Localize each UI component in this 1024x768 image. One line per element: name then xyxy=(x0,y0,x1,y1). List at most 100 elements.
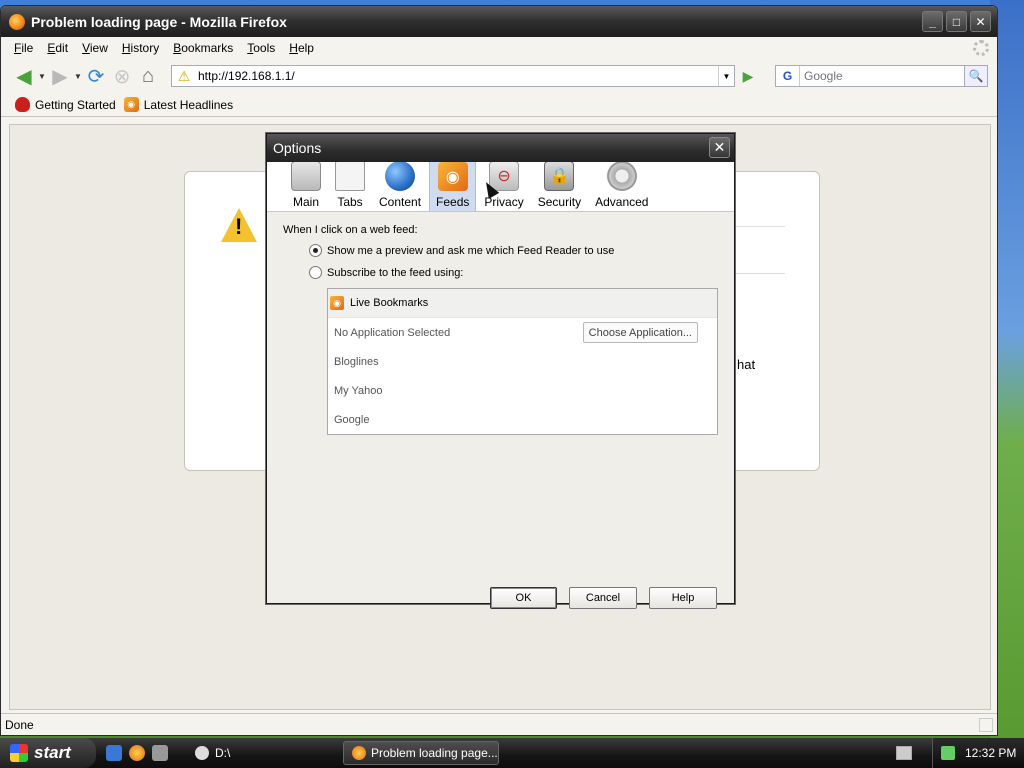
reader-label: Live Bookmarks xyxy=(350,297,429,309)
list-item[interactable]: My Yahoo xyxy=(328,376,717,405)
reader-label: Google xyxy=(334,413,370,426)
menu-edit[interactable]: Edit xyxy=(40,41,75,55)
forward-button[interactable]: ▶ xyxy=(47,63,73,89)
preview-option[interactable]: Show me a preview and ask me which Feed … xyxy=(309,244,718,257)
status-bar: Done xyxy=(1,713,997,735)
tab-tabs[interactable]: Tabs xyxy=(329,161,371,211)
menu-bar: File Edit View History Bookmarks Tools H… xyxy=(1,37,997,59)
preview-radio[interactable] xyxy=(309,244,322,257)
bookmark-getting-started[interactable]: Getting Started xyxy=(15,97,116,112)
reader-label: Bloglines xyxy=(334,355,379,368)
list-item[interactable]: Bloglines xyxy=(328,347,717,376)
dialog-title: Options xyxy=(273,140,322,156)
dialog-title-bar: Options ✕ xyxy=(267,134,734,162)
content-icon xyxy=(385,161,416,191)
list-item[interactable]: ◉ Live Bookmarks xyxy=(328,289,717,318)
start-label: start xyxy=(34,743,71,762)
back-history-dropdown[interactable]: ▼ xyxy=(37,72,47,81)
taskbar: start D:\ Problem loading page... 12:32 … xyxy=(0,738,1024,768)
title-bar: Problem loading page - Mozilla Firefox _… xyxy=(1,6,997,37)
tab-security[interactable]: 🔒 Security xyxy=(532,161,587,211)
reload-button[interactable]: ⟳ xyxy=(83,63,109,89)
network-icon[interactable] xyxy=(941,746,955,760)
menu-label: ile xyxy=(21,41,34,55)
start-button[interactable]: start xyxy=(0,738,96,768)
subscribe-option[interactable]: Subscribe to the feed using: xyxy=(309,266,718,279)
menu-view[interactable]: View xyxy=(75,41,115,55)
back-button[interactable]: ◀ xyxy=(11,63,37,89)
tab-label: Content xyxy=(379,195,422,209)
reader-label: No Application Selected xyxy=(334,326,451,339)
clock[interactable]: 12:32 PM xyxy=(965,746,1016,760)
minimize-button[interactable]: _ xyxy=(922,11,943,32)
menu-tools[interactable]: Tools xyxy=(240,41,282,55)
maximize-button[interactable]: □ xyxy=(946,11,967,32)
media-icon[interactable] xyxy=(152,745,168,761)
go-button[interactable]: ▶ xyxy=(737,65,759,87)
warning-icon xyxy=(221,208,257,242)
menu-label: iew xyxy=(89,41,108,55)
search-engine-icon[interactable]: G xyxy=(776,66,800,86)
forward-history-dropdown[interactable]: ▼ xyxy=(73,72,83,81)
bookmark-label: Latest Headlines xyxy=(143,97,234,112)
menu-accel: H xyxy=(121,41,131,55)
advanced-icon xyxy=(606,161,637,191)
url-input[interactable] xyxy=(198,69,718,83)
dialog-close-button[interactable]: ✕ xyxy=(709,137,730,158)
resize-grip[interactable] xyxy=(979,718,993,732)
navigation-toolbar: ◀ ▼ ▶ ▼ ⟳ ⊗ ⌂ ⚠ ▼ ▶ G 🔍 xyxy=(1,59,997,93)
tab-advanced[interactable]: Advanced xyxy=(589,161,654,211)
preview-option-label: Show me a preview and ask me which Feed … xyxy=(327,244,615,257)
menu-label: ookmarks xyxy=(181,41,234,55)
rss-icon: ◉ xyxy=(330,296,344,310)
bookmark-label: Getting Started xyxy=(35,97,116,112)
tab-main[interactable]: Main xyxy=(285,161,327,211)
bookmark-latest-headlines[interactable]: ◉ Latest Headlines xyxy=(123,97,234,112)
help-button[interactable]: Help xyxy=(649,587,717,609)
menu-label: ools xyxy=(253,41,276,55)
internet-explorer-icon[interactable] xyxy=(106,745,122,761)
menu-accel: V xyxy=(82,41,90,55)
cancel-button[interactable]: Cancel xyxy=(569,587,637,609)
url-history-dropdown[interactable]: ▼ xyxy=(718,66,734,86)
system-tray: 12:32 PM xyxy=(932,738,1024,768)
firefox-icon xyxy=(9,13,25,30)
options-tabs: Main Tabs Content ◉ Feeds ⊖ Privacy 🔒 Se… xyxy=(267,161,734,212)
menu-label: dit xyxy=(55,41,69,55)
error-text-fragment: hat xyxy=(737,357,756,372)
menu-history[interactable]: History xyxy=(115,41,166,55)
keyboard-icon[interactable] xyxy=(896,746,912,760)
search-input[interactable] xyxy=(800,69,950,83)
drive-icon xyxy=(195,746,209,760)
list-item[interactable]: Google xyxy=(328,405,717,434)
menu-help[interactable]: Help xyxy=(282,41,321,55)
stop-button[interactable]: ⊗ xyxy=(109,63,135,89)
tab-content[interactable]: Content xyxy=(373,161,427,211)
close-button[interactable]: ✕ xyxy=(970,11,991,32)
list-item[interactable]: No Application Selected Choose Applicati… xyxy=(328,318,717,347)
home-button[interactable]: ⌂ xyxy=(135,63,161,89)
taskbar-firefox-task[interactable]: Problem loading page... xyxy=(343,741,499,765)
tab-label: Tabs xyxy=(337,195,363,209)
feed-reader-list: ◉ Live Bookmarks No Application Selected… xyxy=(327,288,718,435)
search-icon[interactable]: 🔍 xyxy=(964,65,988,87)
ok-button[interactable]: OK xyxy=(490,587,557,609)
main-icon xyxy=(291,161,321,191)
subscribe-radio[interactable] xyxy=(309,266,322,279)
drive-label: D:\ xyxy=(215,746,231,760)
firefox-launch-icon[interactable] xyxy=(129,745,145,761)
subscribe-option-label: Subscribe to the feed using: xyxy=(327,266,464,279)
menu-bookmarks[interactable]: Bookmarks xyxy=(166,41,240,55)
menu-label: elp xyxy=(297,41,314,55)
menu-file[interactable]: File xyxy=(7,41,40,55)
choose-application-button[interactable]: Choose Application... xyxy=(582,322,698,343)
reader-label: My Yahoo xyxy=(334,384,383,397)
tab-feeds[interactable]: ◉ Feeds xyxy=(429,161,477,211)
rss-icon: ◉ xyxy=(123,97,139,112)
task-label: Problem loading page... xyxy=(371,746,498,760)
bookmark-firefox-icon xyxy=(15,97,30,112)
feed-prompt-label: When I click on a web feed: xyxy=(283,224,418,236)
tabs-icon xyxy=(335,161,365,191)
bookmarks-toolbar: Getting Started ◉ Latest Headlines xyxy=(1,93,997,117)
drive-toolbar[interactable]: D:\ xyxy=(195,746,230,760)
